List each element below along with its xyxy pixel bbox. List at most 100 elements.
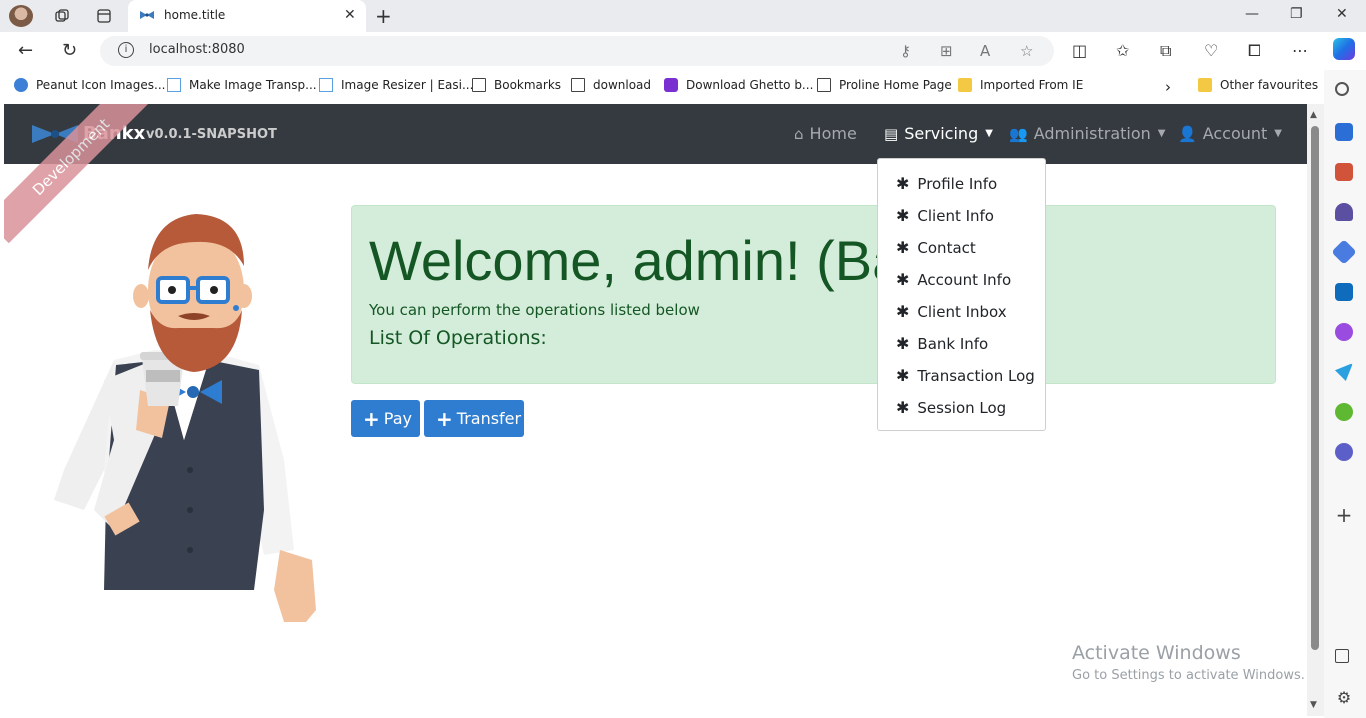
nav-account[interactable]: 👤 Account ▼ xyxy=(1178,124,1282,143)
add-sidebar-icon[interactable]: + xyxy=(1335,505,1353,525)
asterisk-icon: ✱ xyxy=(896,174,910,193)
bookmark-make-image[interactable]: Make Image Transp... xyxy=(167,78,317,92)
activate-windows-watermark: Activate Windows Go to Settings to activ… xyxy=(1072,642,1305,683)
read-aloud-icon[interactable]: A xyxy=(980,42,990,60)
menu-item-client-inbox[interactable]: ✱ Client Inbox xyxy=(896,302,1007,321)
close-tab-icon[interactable]: ✕ xyxy=(344,7,356,23)
profile-avatar[interactable] xyxy=(9,5,33,27)
sidebar-settings-gear-icon[interactable]: ⚙ xyxy=(1335,689,1353,707)
site-info-icon[interactable]: i xyxy=(118,42,134,58)
asterisk-icon: ✱ xyxy=(896,334,910,353)
bookmark-bookmarks[interactable]: Bookmarks xyxy=(472,78,561,92)
s-avatar-icon[interactable] xyxy=(1335,443,1353,461)
minimize-icon[interactable]: — xyxy=(1245,6,1259,22)
page-icon xyxy=(472,78,486,92)
bookmark-other-favourites[interactable]: Other favourites xyxy=(1198,78,1318,92)
tab-title: home.title xyxy=(164,8,226,22)
users-cog-icon: 👥 xyxy=(1009,124,1028,143)
peanut-icon xyxy=(14,78,28,92)
nav-servicing[interactable]: ▤ Servicing ▼ xyxy=(884,124,993,143)
caret-down-icon: ▼ xyxy=(1274,128,1282,139)
folder-icon xyxy=(1198,78,1212,92)
web-page: Bankx v0.0.1-SNAPSHOT ⌂ Home ▤ Servicing… xyxy=(4,104,1307,716)
outlook-icon[interactable] xyxy=(1335,283,1353,301)
transfer-button[interactable]: + Transfer xyxy=(424,400,524,437)
welcome-lead: You can perform the operations listed be… xyxy=(369,301,700,319)
favorite-star-icon[interactable]: ☆ xyxy=(1020,42,1033,60)
extensions-icon[interactable]: ⧠ xyxy=(1248,41,1261,61)
restore-icon[interactable]: ❐ xyxy=(1290,6,1303,22)
nav-administration[interactable]: 👥 Administration ▼ xyxy=(1009,124,1165,143)
tab-actions-icon[interactable] xyxy=(94,6,114,26)
favorites-icon[interactable]: ✩ xyxy=(1116,41,1129,60)
bookmark-download-ghetto[interactable]: Download Ghetto b... xyxy=(664,78,813,92)
page-icon xyxy=(817,78,831,92)
asterisk-icon: ✱ xyxy=(896,398,910,417)
browser-essentials-icon[interactable]: ♡ xyxy=(1204,41,1218,60)
home-icon: ⌂ xyxy=(794,124,804,143)
app-version: v0.0.1-SNAPSHOT xyxy=(146,127,277,142)
collections-icon[interactable]: ⧉ xyxy=(1160,41,1171,61)
search-icon[interactable] xyxy=(1335,82,1349,96)
asterisk-icon: ✱ xyxy=(896,302,910,321)
menu-item-transaction-log[interactable]: ✱ Transaction Log xyxy=(896,366,1035,385)
bookmark-download[interactable]: download xyxy=(571,78,651,92)
plus-icon: + xyxy=(436,406,453,431)
key-icon[interactable]: ⚷ xyxy=(900,42,911,60)
folder-icon xyxy=(958,78,972,92)
new-tab-icon[interactable]: + xyxy=(375,4,392,28)
menu-item-profile-info[interactable]: ✱ Profile Info xyxy=(896,174,997,193)
welcome-jumbotron: Welcome, admin! (Bankx) You can perform … xyxy=(351,205,1276,384)
menu-item-bank-info[interactable]: ✱ Bank Info xyxy=(896,334,988,353)
nav-home[interactable]: ⌂ Home xyxy=(794,124,857,143)
scroll-down-icon[interactable]: ▼ xyxy=(1310,700,1317,710)
url-text: localhost:8080 xyxy=(149,42,245,57)
menu-item-contact[interactable]: ✱ Contact xyxy=(896,238,976,257)
plus-icon: + xyxy=(363,406,380,431)
tag-icon[interactable] xyxy=(1335,123,1353,141)
refresh-icon[interactable]: ↻ xyxy=(62,40,77,61)
image-icon xyxy=(167,78,181,92)
hipster-illustration xyxy=(54,214,316,622)
more-bookmarks-chevron-icon[interactable]: › xyxy=(1165,78,1171,96)
bookmark-proline[interactable]: Proline Home Page xyxy=(817,78,952,92)
operations-title: List Of Operations: xyxy=(369,327,547,349)
table-list-icon: ▤ xyxy=(884,124,899,143)
bookmark-image-resizer[interactable]: Image Resizer | Easi... xyxy=(319,78,473,92)
menu-item-account-info[interactable]: ✱ Account Info xyxy=(896,270,1011,289)
apps-icon[interactable]: ⊞ xyxy=(940,42,953,60)
pay-button[interactable]: + Pay xyxy=(351,400,420,437)
scroll-up-icon[interactable]: ▲ xyxy=(1310,110,1317,120)
menu-item-session-log[interactable]: ✱ Session Log xyxy=(896,398,1006,417)
split-screen-icon[interactable]: ◫ xyxy=(1072,41,1087,60)
menu-item-client-info[interactable]: ✱ Client Info xyxy=(896,206,994,225)
caret-down-icon: ▼ xyxy=(985,128,993,139)
workspaces-icon[interactable] xyxy=(52,6,72,26)
browser-tabstrip: home.title ✕ + — ❐ ✕ xyxy=(0,0,1366,32)
app-navbar: Bankx v0.0.1-SNAPSHOT ⌂ Home ▤ Servicing… xyxy=(4,104,1307,164)
copilot-icon[interactable] xyxy=(1333,38,1355,60)
back-icon[interactable]: ← xyxy=(18,40,33,61)
asterisk-icon: ✱ xyxy=(896,238,910,257)
bookmark-peanut[interactable]: Peanut Icon Images... xyxy=(14,78,165,92)
asterisk-icon: ✱ xyxy=(896,206,910,225)
page-scrollbar[interactable]: ▲ ▼ xyxy=(1307,104,1324,716)
bankx-favicon-icon xyxy=(140,11,154,19)
servicing-dropdown-menu: ✱ Profile Info ✱ Client Info ✱ Contact ✱ Acc… xyxy=(877,158,1046,431)
asterisk-icon: ✱ xyxy=(896,366,910,385)
settings-more-icon[interactable]: ⋯ xyxy=(1292,41,1308,60)
sidebar-toggle-icon[interactable] xyxy=(1335,649,1349,663)
caret-down-icon: ▼ xyxy=(1157,128,1166,139)
browser-tab-active[interactable]: home.title ✕ xyxy=(128,0,366,32)
toolbox-icon[interactable] xyxy=(1335,163,1353,181)
address-input[interactable]: i localhost:8080 ⚷ ⊞ A ☆ xyxy=(100,36,1054,66)
close-window-icon[interactable]: ✕ xyxy=(1336,6,1348,22)
scrollbar-thumb[interactable] xyxy=(1311,126,1319,650)
spring-icon[interactable] xyxy=(1335,403,1353,421)
asterisk-icon: ✱ xyxy=(896,270,910,289)
designer-icon[interactable] xyxy=(1335,323,1353,341)
bookmark-imported-ie[interactable]: Imported From IE xyxy=(958,78,1083,92)
image-icon xyxy=(319,78,333,92)
games-icon[interactable] xyxy=(1335,203,1353,221)
page-icon xyxy=(571,78,585,92)
